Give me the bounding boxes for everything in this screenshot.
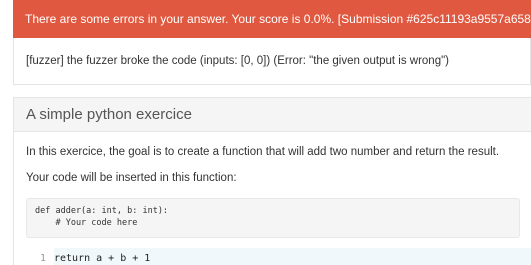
code-template-block: def adder(a: int, b: int): # Your code h…	[26, 198, 520, 238]
editor-line-number: 1	[26, 248, 54, 265]
feedback-text: [fuzzer] the fuzzer broke the code (inpu…	[26, 55, 450, 67]
error-alert-banner: There are some errors in your answer. Yo…	[13, 0, 531, 38]
problem-panel: A simple python exercice In this exercic…	[13, 97, 531, 265]
problem-description-line-1: In this exercice, the goal is to create …	[26, 146, 500, 158]
code-editor[interactable]: 1 return a + b + 1	[26, 248, 531, 265]
feedback-box: [fuzzer] the fuzzer broke the code (inpu…	[13, 38, 531, 85]
error-alert-text: There are some errors in your answer. Yo…	[25, 12, 531, 26]
editor-code-line[interactable]: return a + b + 1	[54, 248, 150, 265]
task-page: There are some errors in your answer. Yo…	[0, 0, 531, 265]
problem-description-line-2: Your code will be inserted in this funct…	[26, 172, 237, 184]
problem-title: A simple python exercice	[14, 98, 531, 132]
